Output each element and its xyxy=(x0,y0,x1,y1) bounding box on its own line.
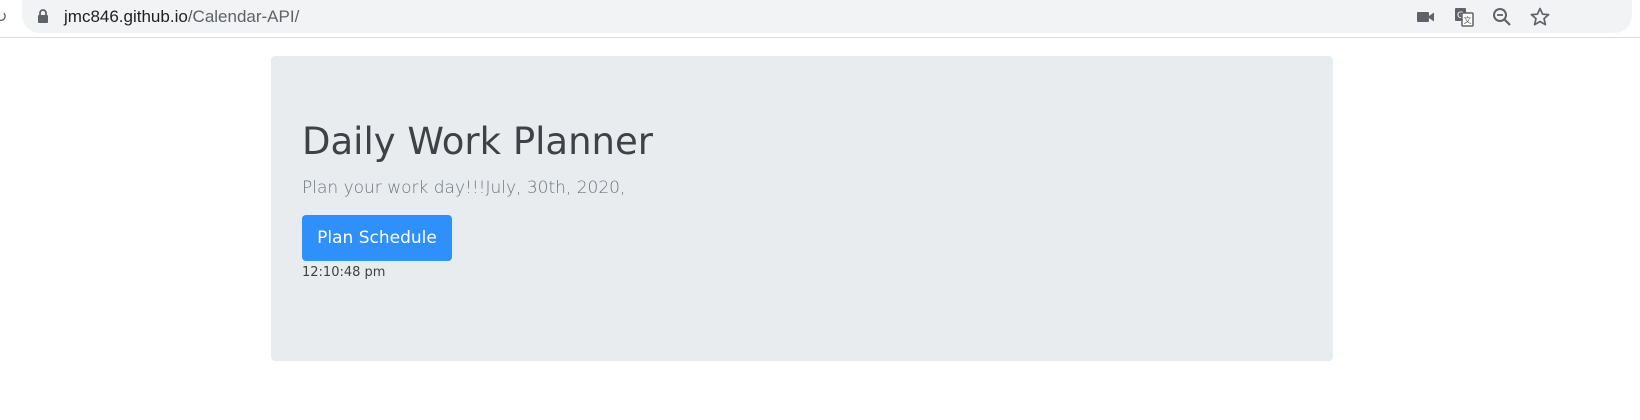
address-bar[interactable]: jmc846.github.io/Calendar-API/ G 文 xyxy=(22,0,1632,33)
url-path: /Calendar-API/ xyxy=(187,7,300,26)
translate-icon[interactable]: G 文 xyxy=(1453,6,1475,28)
camera-icon[interactable] xyxy=(1415,6,1437,28)
url-host: jmc846.github.io xyxy=(64,7,188,26)
page-title: Daily Work Planner xyxy=(302,120,653,163)
lead-date-text: Plan your work day!!!July, 30th, 2020, xyxy=(302,178,626,198)
browser-toolbar: ↻ jmc846.github.io/Calendar-API/ G 文 xyxy=(0,0,1640,38)
url-text[interactable]: jmc846.github.io/Calendar-API/ xyxy=(64,6,299,27)
bookmark-star-icon[interactable] xyxy=(1529,6,1551,28)
lock-icon[interactable] xyxy=(37,9,49,23)
zoom-out-icon[interactable] xyxy=(1491,6,1513,28)
svg-text:文: 文 xyxy=(1464,15,1472,25)
current-time: 12:10:48 pm xyxy=(302,265,386,280)
reload-icon[interactable]: ↻ xyxy=(0,8,10,28)
jumbotron: Daily Work Planner Plan your work day!!!… xyxy=(271,56,1333,361)
plan-schedule-button[interactable]: Plan Schedule xyxy=(302,215,452,261)
